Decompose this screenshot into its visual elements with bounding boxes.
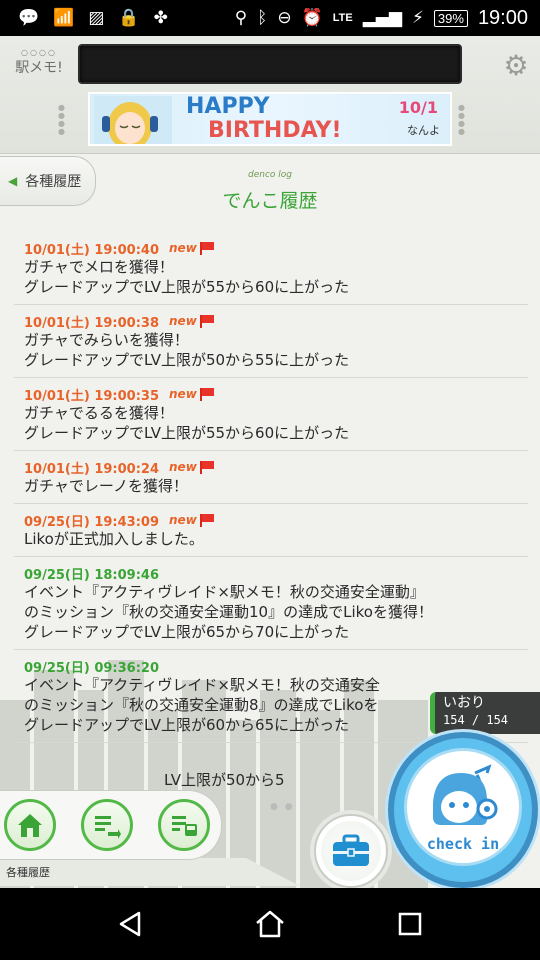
item-bag-button[interactable] — [314, 814, 388, 888]
new-badge-label: new — [169, 513, 197, 527]
signal-icon: ▂▄▆ — [362, 7, 402, 28]
new-badge-label: new — [169, 241, 197, 255]
gallery-icon: ▨ — [88, 7, 105, 28]
bluetooth-icon: ᛒ — [257, 7, 268, 28]
logo-dots-icon: ○○○○ — [21, 48, 57, 57]
app-header: ○○○○ 駅メモ! ⚙ ● ● ● ● HAPPY BIRTHDAY! 10/1 な… — [0, 36, 540, 154]
house-home-icon — [256, 910, 284, 938]
list-arrow-icon — [95, 816, 121, 839]
banner-line1: HAPPY — [186, 94, 270, 119]
log-message-line: グレードアップでLV上限が50から55に上がった — [24, 351, 350, 369]
new-badge-label: new — [169, 387, 197, 401]
message-icon: 💬 — [18, 7, 40, 28]
log-entry: 09/25(日) 19:43:09 new Likoが正式加入しました。 — [14, 504, 528, 557]
train-log-button[interactable] — [158, 799, 210, 851]
log-timestamp: 10/01(土) 19:00:38 — [24, 315, 160, 331]
location-icon: ⚲ — [234, 7, 248, 28]
message-ticker[interactable] — [78, 44, 462, 84]
banner-dots-right-icon: ● ● ● ● — [458, 103, 467, 136]
denco-face-icon — [433, 764, 498, 825]
clock: 19:00 — [477, 6, 528, 29]
battery-level: 39% — [433, 9, 468, 27]
denco-name: いおり — [443, 695, 485, 711]
wifi-call-icon: 📶 — [53, 7, 75, 28]
log-message-line: ガチャでみらいを獲得！ — [24, 331, 189, 349]
route-list-button[interactable] — [81, 799, 133, 851]
new-badge: new — [169, 241, 215, 255]
system-navigation-bar — [0, 888, 540, 960]
red-flag-icon — [199, 314, 215, 328]
log-timestamp: 09/25(日) 09:36:20 — [24, 660, 160, 676]
check-in-label: check in — [426, 835, 500, 853]
alarm-icon: ⏰ — [301, 7, 323, 28]
log-message-line: グレードアップでLV上限が65から70に上がった — [24, 623, 350, 641]
pinwheel-icon: ✤ — [153, 7, 168, 28]
bottom-nav-panel — [0, 790, 222, 860]
page-title: でんこ履歴 — [222, 190, 318, 212]
new-badge: new — [169, 314, 215, 328]
log-timestamp: 09/25(日) 18:09:46 — [24, 567, 160, 583]
new-badge: new — [169, 387, 215, 401]
red-flag-icon — [199, 513, 215, 527]
charging-icon: ⚡ — [411, 7, 424, 28]
new-badge: new — [169, 513, 215, 527]
log-message-line: ガチャでレーノを獲得！ — [24, 477, 188, 495]
log-timestamp: 10/01(土) 19:00:40 — [24, 242, 160, 258]
log-timestamp: 10/01(土) 19:00:35 — [24, 388, 160, 404]
recents-nav-button[interactable] — [390, 904, 430, 944]
log-entry: 10/01(土) 19:00:38 new ガチャでみらいを獲得！ グレードアッ… — [14, 305, 528, 378]
event-banner[interactable]: HAPPY BIRTHDAY! 10/1 なんよ — [88, 92, 452, 146]
train-list-icon — [172, 816, 197, 836]
denco-status-card[interactable]: いおり 154 / 154 — [430, 692, 540, 734]
new-badge-label: new — [169, 314, 197, 328]
log-message-line: のミッション『秋の交通安全運動10』の達成でLikoを獲得！ — [24, 603, 433, 621]
character-portrait-icon — [94, 96, 172, 144]
home-button[interactable] — [4, 799, 56, 851]
footer-label: 各種履歴 — [6, 866, 50, 879]
log-message-line: グレードアップでLV上限が55から60に上がった — [24, 278, 350, 296]
banner-line2: BIRTHDAY! — [208, 118, 342, 143]
page-subtitle: denco log — [248, 170, 292, 180]
banner-date: 10/1 — [398, 98, 438, 117]
back-nav-button[interactable] — [110, 904, 150, 944]
gear-icon[interactable]: ⚙ — [500, 50, 532, 82]
page-dots-icon: ● ● — [270, 802, 295, 812]
log-message-line: グレードアップでLV上限が55から60に上がった — [24, 424, 350, 442]
log-message-line: ガチャでるるを獲得！ — [24, 404, 174, 422]
log-message-line: Likoが正式加入しました。 — [24, 530, 204, 548]
network-type: LTE — [332, 12, 353, 24]
app-logo[interactable]: ○○○○ 駅メモ! — [10, 48, 68, 90]
log-entry: 10/01(土) 19:00:35 new ガチャでるるを獲得！ グレードアップ… — [14, 378, 528, 451]
square-recents-icon — [398, 912, 422, 936]
new-badge: new — [169, 460, 215, 474]
red-flag-icon — [199, 241, 215, 255]
red-flag-icon — [199, 387, 215, 401]
log-timestamp: 09/25(日) 19:43:09 — [24, 514, 160, 530]
banner-suffix: なんよ — [407, 124, 440, 137]
logo-text: 駅メモ! — [15, 60, 63, 76]
log-entry: 10/01(土) 19:00:40 new ガチャでメロを獲得！ グレードアップ… — [14, 232, 528, 305]
do-not-disturb-icon: ⊖ — [277, 7, 292, 28]
log-message-line: イベント『アクティヴレイド×駅メモ！秋の交通安全運動』 — [24, 583, 425, 601]
red-flag-icon — [199, 460, 215, 474]
log-message-line: ガチャでメロを獲得！ — [24, 258, 174, 276]
briefcase-icon — [333, 834, 369, 866]
denco-hp: 154 / 154 — [443, 713, 509, 727]
lock-app-icon: 🔒 — [118, 7, 140, 28]
new-badge-label: new — [169, 460, 197, 474]
log-entry: 09/25(日) 18:09:46 イベント『アクティヴレイド×駅メモ！秋の交通… — [14, 557, 528, 650]
check-in-button[interactable]: check in — [388, 732, 538, 888]
home-nav-button[interactable] — [250, 904, 290, 944]
banner-dots-left-icon: ● ● ● ● — [58, 103, 67, 136]
log-timestamp: 10/01(土) 19:00:24 — [24, 461, 160, 477]
log-entry: 10/01(土) 19:00:24 new ガチャでレーノを獲得！ — [14, 451, 528, 504]
system-status-bar: 💬 📶 ▨ 🔒 ✤ ⚲ ᛒ ⊖ ⏰ LTE ▂▄▆ ⚡ 39% 19:00 — [0, 0, 540, 36]
triangle-back-icon — [119, 911, 141, 937]
home-icon — [18, 814, 42, 837]
